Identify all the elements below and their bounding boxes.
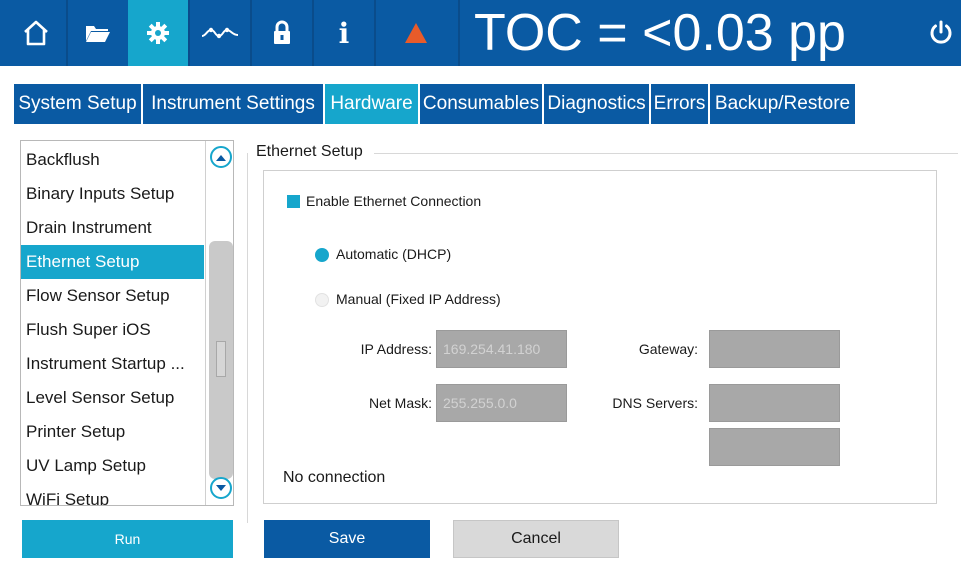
- home-button[interactable]: [6, 0, 66, 66]
- hardware-list: Backflush Binary Inputs Setup Drain Inst…: [20, 140, 234, 506]
- ip-address-label: IP Address:: [360, 341, 432, 357]
- list-item[interactable]: Flush Super iOS: [21, 313, 204, 347]
- net-mask-field[interactable]: 255.255.0.0: [436, 384, 567, 422]
- list-item[interactable]: Backflush: [21, 143, 204, 177]
- tab-system-setup[interactable]: System Setup: [14, 84, 141, 124]
- net-mask-label: Net Mask:: [368, 395, 432, 411]
- group-border: [247, 153, 248, 523]
- scroll-up-button[interactable]: [210, 146, 232, 168]
- dhcp-label[interactable]: Automatic (DHCP): [336, 246, 451, 262]
- scroll-thumb[interactable]: [209, 241, 233, 479]
- tab-bar: System Setup Instrument Settings Hardwar…: [14, 84, 855, 124]
- settings-button[interactable]: [128, 0, 188, 66]
- tab-diagnostics[interactable]: Diagnostics: [544, 84, 649, 124]
- list-item[interactable]: Drain Instrument: [21, 211, 204, 245]
- top-toolbar: i TOC = <0.03 pp: [0, 0, 961, 66]
- list-item[interactable]: Printer Setup: [21, 415, 204, 449]
- power-button[interactable]: [920, 0, 961, 66]
- warning-icon: [405, 23, 427, 43]
- dns-servers-label: DNS Servers:: [612, 395, 698, 411]
- group-title: Ethernet Setup: [256, 143, 363, 160]
- chevron-down-icon: [216, 484, 226, 491]
- info-icon: i: [338, 16, 350, 50]
- list-scrollbar[interactable]: [205, 141, 233, 505]
- info-button[interactable]: i: [314, 0, 374, 66]
- connection-status: No connection: [283, 469, 386, 486]
- tab-instrument-settings[interactable]: Instrument Settings: [143, 84, 323, 124]
- dhcp-radio[interactable]: [315, 248, 329, 262]
- toc-readout: TOC = <0.03 pp: [474, 4, 846, 62]
- list-item[interactable]: Flow Sensor Setup: [21, 279, 204, 313]
- lock-icon: [274, 20, 290, 44]
- manual-ip-label[interactable]: Manual (Fixed IP Address): [336, 291, 501, 307]
- folder-icon: [86, 26, 110, 42]
- ip-address-field[interactable]: 169.254.41.180: [436, 330, 567, 368]
- list-item[interactable]: WiFi Setup: [21, 483, 204, 505]
- lock-button[interactable]: [252, 0, 312, 66]
- gateway-field[interactable]: [709, 330, 840, 368]
- scroll-down-button[interactable]: [210, 477, 232, 499]
- tab-backup-restore[interactable]: Backup/Restore: [710, 84, 855, 124]
- folder-button[interactable]: [68, 0, 128, 66]
- tab-errors[interactable]: Errors: [651, 84, 708, 124]
- home-icon: [24, 20, 48, 46]
- trend-button[interactable]: [190, 0, 250, 66]
- tab-consumables[interactable]: Consumables: [420, 84, 542, 124]
- list-item[interactable]: Ethernet Setup: [21, 245, 204, 279]
- gateway-label: Gateway:: [638, 341, 698, 357]
- list-item[interactable]: Level Sensor Setup: [21, 381, 204, 415]
- power-icon: [930, 20, 951, 44]
- gear-icon: [147, 22, 169, 44]
- save-button[interactable]: Save: [264, 520, 430, 558]
- chevron-up-icon: [216, 154, 226, 161]
- list-item[interactable]: Instrument Startup ...: [21, 347, 204, 381]
- list-item[interactable]: UV Lamp Setup: [21, 449, 204, 483]
- manual-ip-radio[interactable]: [315, 293, 329, 307]
- enable-ethernet-label[interactable]: Enable Ethernet Connection: [306, 193, 481, 209]
- cancel-button[interactable]: Cancel: [453, 520, 619, 558]
- list-item[interactable]: Binary Inputs Setup: [21, 177, 204, 211]
- run-button[interactable]: Run: [22, 520, 233, 558]
- dns-secondary-field[interactable]: [709, 428, 840, 466]
- trend-icon: [201, 27, 239, 39]
- grip-icon: [216, 341, 226, 377]
- dns-primary-field[interactable]: [709, 384, 840, 422]
- enable-ethernet-checkbox[interactable]: [287, 195, 300, 208]
- alarm-button[interactable]: [386, 0, 446, 66]
- group-border: [374, 153, 958, 154]
- tab-hardware[interactable]: Hardware: [325, 84, 418, 124]
